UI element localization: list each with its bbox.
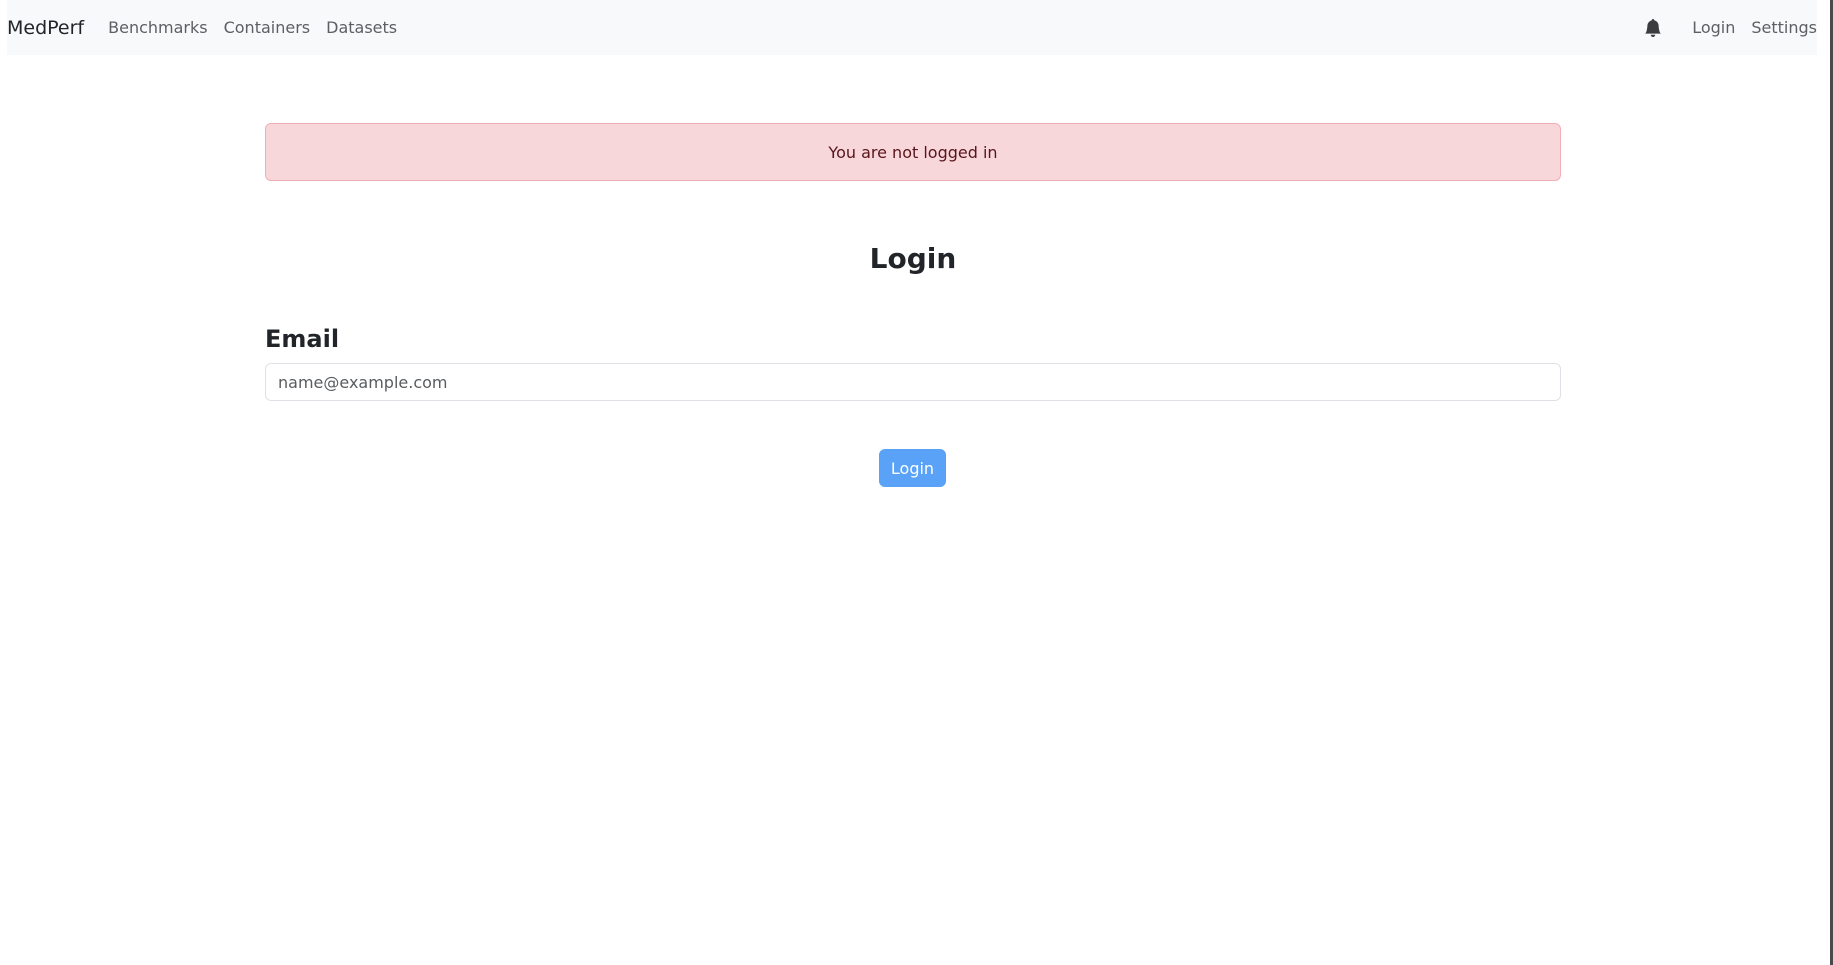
page-title: Login xyxy=(869,242,957,275)
email-label: Email xyxy=(265,325,340,353)
top-navbar: MedPerf Benchmarks Containers Datasets L… xyxy=(7,0,1817,55)
nav-right-group: Login Settings xyxy=(1644,18,1817,37)
alert-message: You are not logged in xyxy=(828,142,998,162)
nav-link-datasets[interactable]: Datasets xyxy=(326,18,397,37)
nav-link-containers[interactable]: Containers xyxy=(224,18,311,37)
nav-left-group: MedPerf Benchmarks Containers Datasets xyxy=(7,17,413,39)
nav-link-settings[interactable]: Settings xyxy=(1751,18,1817,37)
login-button[interactable]: Login xyxy=(879,449,946,487)
bell-icon[interactable] xyxy=(1644,18,1662,37)
page: MedPerf Benchmarks Containers Datasets L… xyxy=(0,0,1833,965)
brand-link[interactable]: MedPerf xyxy=(7,17,84,39)
not-logged-in-alert: You are not logged in xyxy=(265,123,1561,181)
email-field[interactable] xyxy=(265,363,1561,401)
nav-link-login[interactable]: Login xyxy=(1692,18,1735,37)
nav-link-benchmarks[interactable]: Benchmarks xyxy=(108,18,207,37)
